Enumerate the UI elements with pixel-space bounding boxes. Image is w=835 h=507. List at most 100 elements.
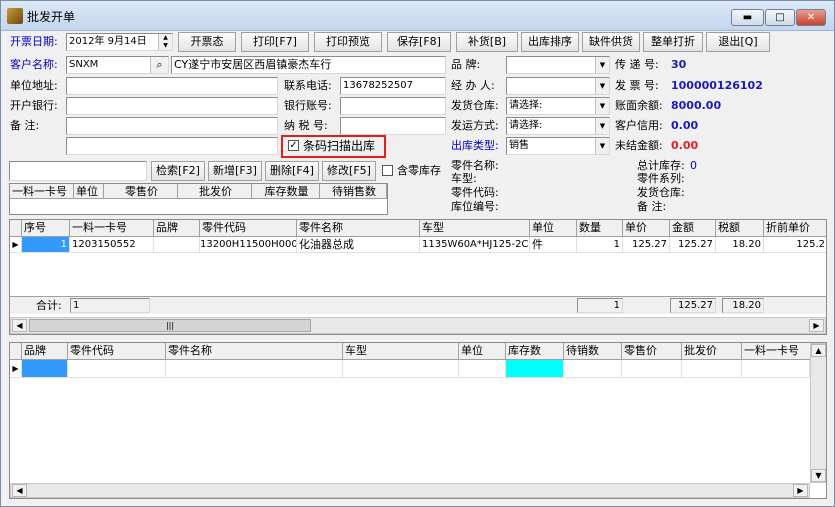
customer-name-input[interactable]: CY遂宁市安居区西眉镇豪杰车行 bbox=[171, 56, 446, 74]
stock-header-part-name[interactable]: 零件名称 bbox=[166, 343, 343, 360]
barcode-checkbox[interactable]: ✓ bbox=[288, 140, 299, 151]
main-grid-hscrollbar[interactable]: ◀ ||| ▶ bbox=[10, 317, 826, 334]
stock-header-pending[interactable]: 待销数 bbox=[564, 343, 622, 360]
col-header-card[interactable]: 一料一卡号 bbox=[70, 220, 154, 237]
scroll-up-icon[interactable]: ▲ bbox=[811, 344, 826, 357]
remark-input[interactable] bbox=[66, 117, 278, 135]
col-header-amount[interactable]: 金额 bbox=[670, 220, 716, 237]
stock-header-unit[interactable]: 单位 bbox=[459, 343, 506, 360]
zero-stock-label[interactable]: 含零库存 bbox=[397, 164, 441, 178]
remark-input-2[interactable] bbox=[66, 137, 278, 155]
chevron-down-icon[interactable]: ▼ bbox=[595, 78, 609, 94]
stock-header-stock[interactable]: 库存数 bbox=[506, 343, 564, 360]
cell-amount[interactable]: 125.27 bbox=[670, 237, 716, 253]
cell-seq[interactable]: 1 bbox=[22, 237, 70, 253]
minimize-button[interactable]: ▬ bbox=[731, 9, 764, 26]
handler-select[interactable]: ▼ bbox=[506, 77, 610, 95]
customer-code-input[interactable]: SNXM ⌕ bbox=[66, 56, 169, 74]
phone-input[interactable]: 13678252507 bbox=[340, 77, 446, 95]
stock-header-model[interactable]: 车型 bbox=[343, 343, 459, 360]
col-header-seq[interactable]: 序号 bbox=[22, 220, 70, 237]
cell-qty[interactable]: 1 bbox=[577, 237, 623, 253]
search-icon[interactable]: ⌕ bbox=[150, 57, 168, 73]
account-input[interactable] bbox=[340, 97, 446, 115]
open-mode-button[interactable]: 开票态 bbox=[178, 32, 236, 52]
stock-header-wholesale[interactable]: 批发价 bbox=[682, 343, 742, 360]
stock-grid-vscrollbar[interactable]: ▲ ▼ bbox=[810, 343, 826, 483]
warehouse-select[interactable]: 请选择: ▼ bbox=[506, 97, 610, 115]
stock-cell-unit[interactable] bbox=[459, 360, 506, 378]
total-stock-value: 0 bbox=[690, 159, 697, 172]
table-row[interactable]: ▶ bbox=[10, 360, 810, 378]
cell-part-code[interactable]: 13200H11500H000 bbox=[200, 237, 297, 253]
print-button[interactable]: 打印[F7] bbox=[241, 32, 309, 52]
col-header-brand[interactable]: 品牌 bbox=[154, 220, 200, 237]
zero-stock-checkbox[interactable] bbox=[382, 165, 393, 176]
print-preview-button[interactable]: 打印预览 bbox=[314, 32, 382, 52]
stock-cell-model[interactable] bbox=[343, 360, 459, 378]
col-header-tax[interactable]: 税额 bbox=[716, 220, 764, 237]
stock-header-retail[interactable]: 零售价 bbox=[622, 343, 682, 360]
close-button[interactable]: ✕ bbox=[796, 9, 826, 26]
ship-select[interactable]: 请选择: ▼ bbox=[506, 117, 610, 135]
search-input[interactable] bbox=[9, 161, 147, 181]
col-header-price[interactable]: 单价 bbox=[623, 220, 670, 237]
col-header-unit[interactable]: 单位 bbox=[530, 220, 577, 237]
col-header-part-name[interactable]: 零件名称 bbox=[297, 220, 420, 237]
cell-pre-discount[interactable]: 125.2 bbox=[764, 237, 826, 253]
address-input[interactable] bbox=[66, 77, 278, 95]
scroll-right-icon[interactable]: ▶ bbox=[793, 484, 808, 497]
chevron-down-icon[interactable]: ▼ bbox=[595, 98, 609, 114]
stock-header-part-code[interactable]: 零件代码 bbox=[68, 343, 166, 360]
stock-cell-retail[interactable] bbox=[622, 360, 682, 378]
maximize-button[interactable]: □ bbox=[765, 9, 795, 26]
stock-cell-part-name[interactable] bbox=[166, 360, 343, 378]
scroll-left-icon[interactable]: ◀ bbox=[12, 319, 27, 332]
delete-button[interactable]: 删除[F4] bbox=[265, 161, 319, 181]
col-header-qty[interactable]: 数量 bbox=[577, 220, 623, 237]
table-row[interactable]: ▶ 1 1203150552 13200H11500H000 化油器总成 113… bbox=[10, 237, 826, 253]
cell-tax[interactable]: 18.20 bbox=[716, 237, 764, 253]
scroll-down-icon[interactable]: ▼ bbox=[811, 469, 826, 482]
col-header-pre-discount[interactable]: 折前单价 bbox=[764, 220, 826, 237]
tax-input[interactable] bbox=[340, 117, 446, 135]
cell-card[interactable]: 1203150552 bbox=[70, 237, 154, 253]
date-picker[interactable]: 2012年 9月14日 ▲ ▼ bbox=[66, 33, 173, 51]
stock-header-brand[interactable]: 品牌 bbox=[22, 343, 68, 360]
stock-cell-part-code[interactable] bbox=[68, 360, 166, 378]
outtype-select[interactable]: 销售 ▼ bbox=[506, 137, 610, 155]
cell-unit[interactable]: 件 bbox=[530, 237, 577, 253]
add-button[interactable]: 新增[F3] bbox=[208, 161, 262, 181]
cell-brand[interactable] bbox=[154, 237, 200, 253]
chevron-down-icon[interactable]: ▼ bbox=[595, 57, 609, 73]
sort-out-button[interactable]: 出库排序 bbox=[521, 32, 579, 52]
exit-button[interactable]: 退出[Q] bbox=[706, 32, 770, 52]
stock-cell-brand[interactable] bbox=[22, 360, 68, 378]
scroll-left-icon[interactable]: ◀ bbox=[12, 484, 27, 497]
scroll-right-icon[interactable]: ▶ bbox=[809, 319, 824, 332]
stock-grid-hscrollbar[interactable]: ◀ ▶ bbox=[10, 483, 810, 498]
cell-model[interactable]: 1135W60A*HJ125-2C[ bbox=[420, 237, 530, 253]
save-button[interactable]: 保存[F8] bbox=[387, 32, 451, 52]
barcode-label[interactable]: 条码扫描出库 bbox=[303, 139, 375, 153]
edit-button[interactable]: 修改[F5] bbox=[322, 161, 376, 181]
discount-button[interactable]: 整单打折 bbox=[643, 32, 703, 52]
shortage-supply-button[interactable]: 缺件供货 bbox=[582, 32, 640, 52]
cell-price[interactable]: 125.27 bbox=[623, 237, 670, 253]
cell-part-name[interactable]: 化油器总成 bbox=[297, 237, 420, 253]
date-spin-icon[interactable]: ▲ ▼ bbox=[158, 34, 172, 50]
stock-header-card[interactable]: 一料一卡号 bbox=[742, 343, 812, 360]
search-button[interactable]: 检索[F2] bbox=[151, 161, 205, 181]
col-header-part-code[interactable]: 零件代码 bbox=[200, 220, 297, 237]
stock-cell-wholesale[interactable] bbox=[682, 360, 742, 378]
chevron-down-icon[interactable]: ▼ bbox=[595, 138, 609, 154]
stock-cell-stock[interactable] bbox=[506, 360, 564, 378]
scroll-thumb[interactable]: ||| bbox=[29, 319, 311, 332]
chevron-down-icon[interactable]: ▼ bbox=[595, 118, 609, 134]
stock-cell-pending[interactable] bbox=[564, 360, 622, 378]
stock-cell-card[interactable] bbox=[742, 360, 810, 378]
brand-select[interactable]: ▼ bbox=[506, 56, 610, 74]
bank-input[interactable] bbox=[66, 97, 278, 115]
col-header-model[interactable]: 车型 bbox=[420, 220, 530, 237]
restock-button[interactable]: 补货[B] bbox=[456, 32, 518, 52]
